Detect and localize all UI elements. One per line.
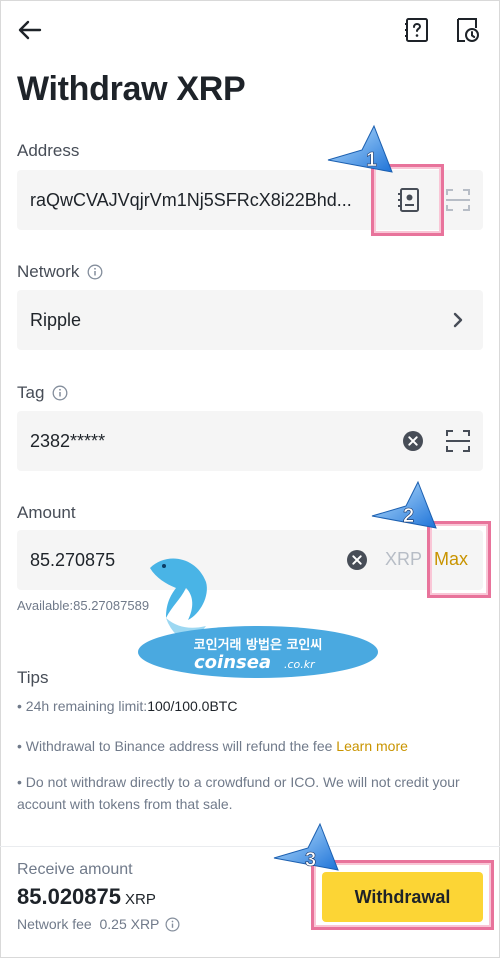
help-document-icon[interactable] [403, 16, 431, 44]
footer-divider [0, 846, 500, 847]
chevron-right-icon[interactable] [450, 311, 466, 329]
tip-crowdfund: • Do not withdraw directly to a crowdfun… [17, 774, 460, 812]
tip-limit-prefix: • 24h remaining limit: [17, 698, 148, 714]
page-title: Withdraw XRP [17, 70, 246, 108]
dolphin-icon [150, 558, 207, 639]
network-label: Network [17, 262, 103, 282]
address-label-text: Address [17, 141, 80, 160]
watermark-korean: 코인거래 방법은 코인씨 [194, 637, 323, 653]
step-badge-2: 2 [371, 480, 437, 529]
watermark-domain: .co.kr [284, 658, 316, 671]
fee-info-icon[interactable] [165, 917, 180, 932]
receive-amount-label: Receive amount [17, 861, 133, 878]
scan-icon[interactable] [445, 187, 471, 213]
tag-label: Tag [17, 383, 68, 403]
clear-tag-icon[interactable] [402, 430, 424, 452]
address-value: raQwCVAJVqjrVm1Nj5SFRcX8i22Bhd... [30, 189, 352, 210]
step-badge-1: 1 [327, 124, 393, 173]
top-bar [0, 0, 500, 62]
learn-more-link[interactable]: Learn more [336, 738, 408, 754]
tip-refund: • Withdrawal to Binance address will ref… [17, 735, 477, 757]
tip-refund-text: • Withdrawal to Binance address will ref… [17, 738, 333, 754]
step-badge-3: 3 [273, 822, 339, 871]
network-info-icon[interactable] [87, 264, 103, 280]
amount-label: Amount [17, 503, 76, 523]
tag-scan-icon[interactable] [445, 428, 471, 454]
coinsea-watermark: 코인거래 방법은 코인씨 coinsea .co.kr [138, 558, 378, 678]
history-icon[interactable] [453, 16, 481, 44]
receive-amount-unit: XRP [125, 891, 156, 908]
tag-label-text: Tag [17, 383, 45, 402]
tip-limit-value: 100/100.0BTC [147, 698, 238, 714]
network-fee-text: Network fee 0.25 XRP [17, 916, 160, 932]
receive-amount: 85.020875 XRP [17, 884, 156, 910]
available-balance: Available:85.27087589 [17, 598, 150, 613]
step-badge-3-label: 3 [305, 849, 316, 871]
highlight-max [427, 521, 491, 598]
tip-limit: • 24h remaining limit:100/100.0BTC [17, 695, 477, 717]
network-fee: Network fee 0.25 XRP [17, 916, 180, 932]
receive-amount-value: 85.020875 [17, 884, 121, 909]
watermark-brand: coinsea [194, 652, 271, 673]
address-label: Address [17, 141, 79, 161]
back-arrow-icon[interactable] [16, 16, 44, 44]
amount-unit: XRP [385, 549, 423, 569]
network-value: Ripple [30, 309, 82, 330]
tips-title: Tips [17, 668, 49, 687]
step-badge-2-label: 2 [403, 505, 414, 527]
step-badge-1-label: 1 [366, 149, 377, 171]
network-select[interactable]: Ripple [17, 290, 483, 350]
amount-label-text: Amount [17, 503, 76, 522]
network-label-text: Network [17, 262, 80, 281]
tag-info-icon[interactable] [52, 385, 68, 401]
